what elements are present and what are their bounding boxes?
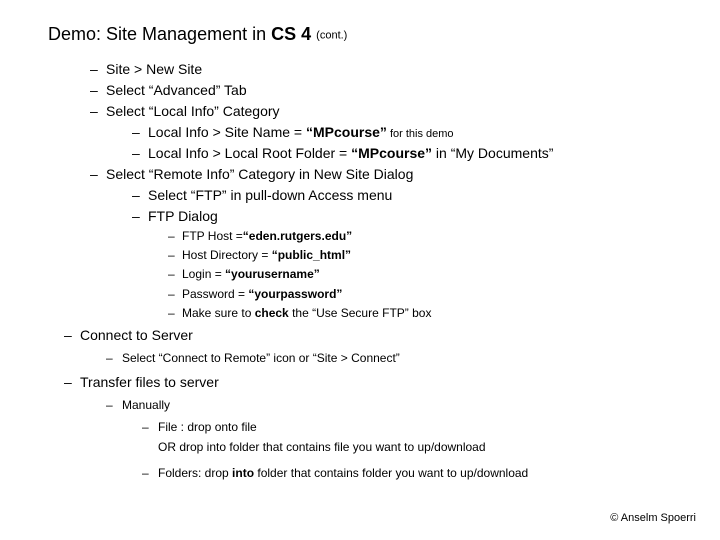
item-remote-info: –Select “Remote Info” Category in New Si… (90, 164, 696, 185)
item-site-new: –Site > New Site (90, 59, 696, 80)
copyright: © Anselm Spoerri (610, 512, 696, 524)
item-root-folder: –Local Info > Local Root Folder = “MPcou… (132, 143, 696, 164)
item-site-name: –Local Info > Site Name = “MPcourse” for… (132, 122, 696, 143)
ftp-hostdir: –Host Directory = “public_html” (168, 246, 696, 265)
title-prefix: Demo: Site Management in (48, 24, 271, 44)
item-connect-sub: –Select “Connect to Remote” icon or “Sit… (106, 348, 696, 370)
ftp-login: –Login = “yourusername” (168, 265, 696, 284)
item-ftp-dialog: –FTP Dialog (132, 206, 696, 227)
item-connect: –Connect to Server (64, 323, 696, 348)
item-manually: –Manually (106, 395, 696, 417)
item-file-drop-or: OR drop into folder that contains file y… (158, 437, 696, 457)
item-advanced-tab: –Select “Advanced” Tab (90, 80, 696, 101)
item-local-info: –Select “Local Info” Category (90, 101, 696, 122)
slide-title: Demo: Site Management in CS 4 (cont.) (48, 24, 696, 45)
item-file-drop: –File : drop onto file (142, 417, 696, 437)
title-bold: CS 4 (271, 24, 311, 44)
item-ftp-access: –Select “FTP” in pull-down Access menu (132, 185, 696, 206)
title-cont: (cont.) (316, 29, 347, 41)
ftp-host: –FTP Host =“eden.rutgers.edu” (168, 227, 696, 246)
ftp-password: –Password = “yourpassword” (168, 285, 696, 304)
item-folders-drop: –Folders: drop into folder that contains… (142, 463, 696, 483)
item-transfer: –Transfer files to server (64, 370, 696, 395)
ftp-secure: –Make sure to check the “Use Secure FTP”… (168, 304, 696, 323)
